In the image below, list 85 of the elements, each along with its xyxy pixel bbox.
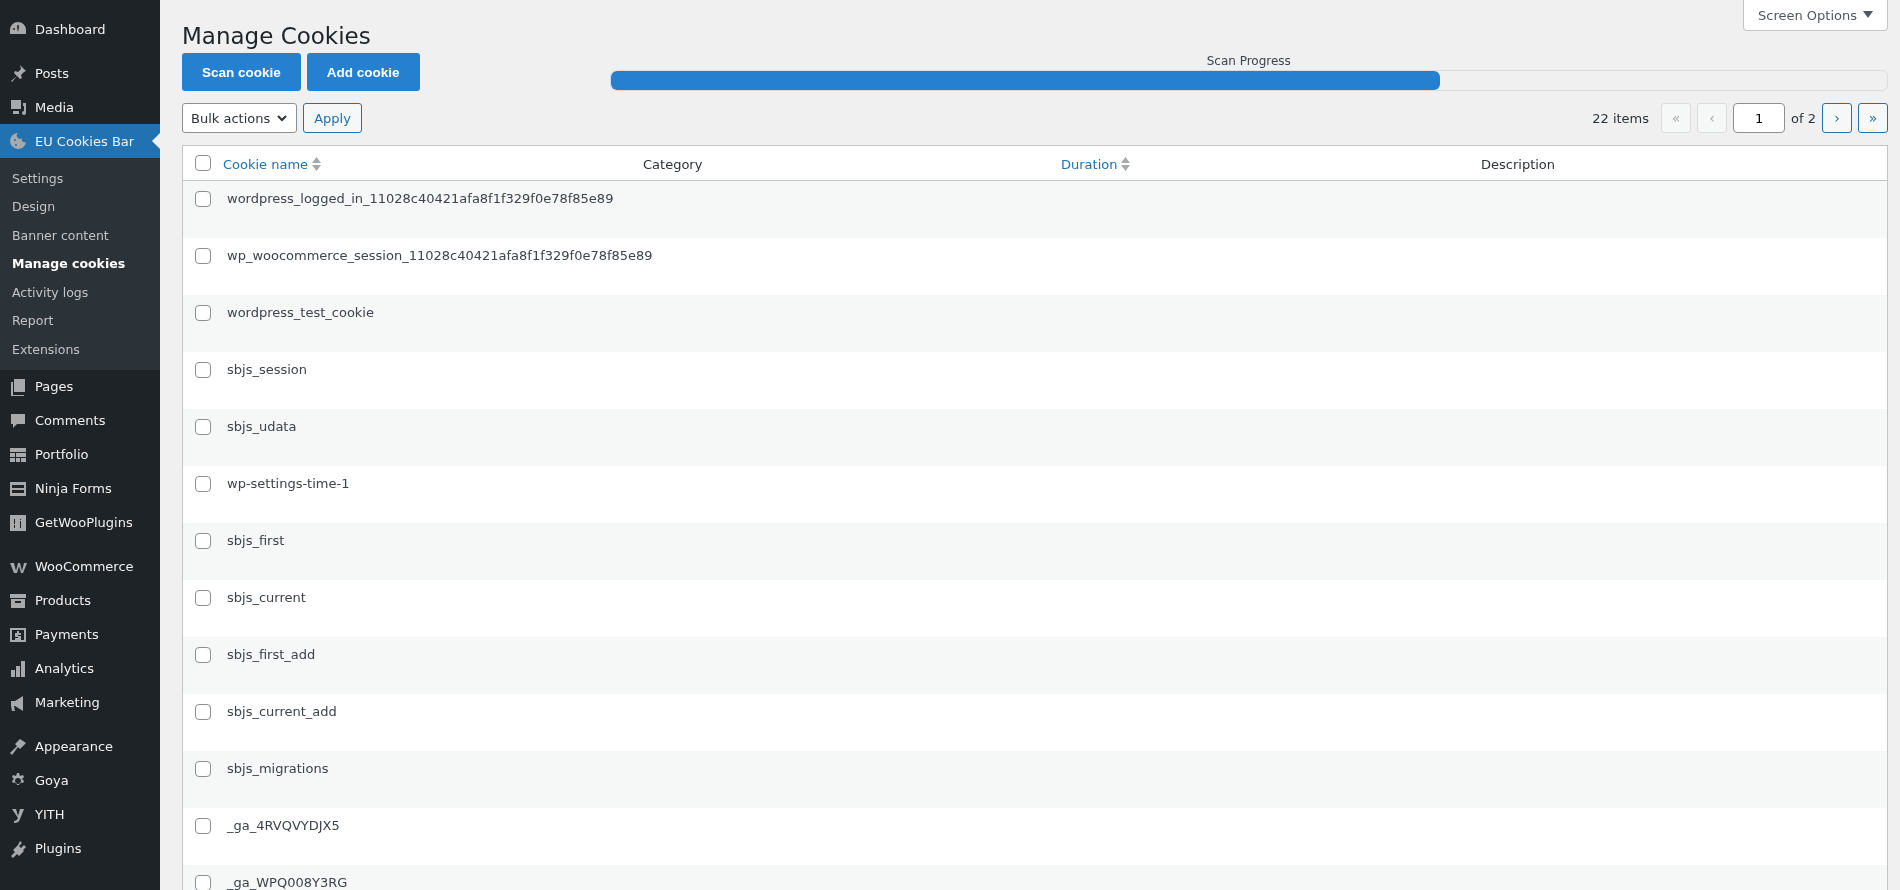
row-checkbox[interactable] (195, 419, 211, 435)
sidebar-menu-item[interactable]: WooCommerce (0, 549, 160, 584)
menu-item-icon (9, 132, 27, 150)
sidebar-menu-item[interactable]: Comments (0, 403, 160, 438)
column-header: Category (643, 156, 703, 172)
sidebar-menu-item[interactable]: Marketing (0, 685, 160, 720)
sidebar-menu-item[interactable]: YITH (0, 797, 160, 832)
menu-item-icon (9, 479, 27, 498)
cookie-name-cell-text: sbjs_first_add (226, 647, 317, 663)
menu-item-icon (9, 659, 27, 678)
menu-item-icon (9, 591, 27, 610)
submenu-item[interactable]: Design (0, 192, 160, 221)
row-checkbox[interactable] (195, 476, 211, 492)
menu-item-icon (9, 513, 27, 532)
row-checkbox[interactable] (195, 590, 211, 606)
menu-item-icon (9, 98, 27, 116)
screen-options-button[interactable]: Screen Options (1743, 0, 1888, 31)
cookie-name-cell-text: wp_woocommerce_session_11028c40421afa8f1f329f0e78f85e89 (226, 248, 654, 264)
row-checkbox[interactable] (195, 248, 211, 264)
sidebar-menu-item[interactable]: Portfolio (0, 437, 160, 472)
menu-item-icon (9, 411, 27, 430)
cookie-name-cell-text: _ga_4RVQVYDJX5 (226, 818, 341, 834)
sidebar-menu-item[interactable]: Media (0, 90, 160, 124)
column-header: Description (1481, 156, 1556, 172)
column-header-link[interactable]: Cookie name (223, 156, 322, 172)
menu-item-icon (9, 839, 27, 858)
cookie-name-cell-text: sbjs_current (226, 590, 307, 606)
submenu-item[interactable]: Settings (0, 164, 160, 193)
sidebar-menu-item[interactable]: Products (0, 583, 160, 618)
page-total: of 2 (1791, 110, 1816, 126)
row-checkbox[interactable] (195, 818, 211, 834)
page-number-field[interactable]: 1 (1733, 103, 1786, 133)
cookie-name-cell-text: sbjs_udata (226, 419, 298, 435)
sidebar-menu-item[interactable]: Plugins (0, 831, 160, 866)
submenu-item[interactable]: Report (0, 306, 160, 335)
menu-item-icon (9, 445, 27, 464)
menu-item-icon (9, 377, 27, 396)
action-button[interactable]: Scan cookie (182, 53, 301, 91)
chevron-icon (276, 112, 289, 124)
sidebar-menu-item[interactable]: Goya (0, 763, 160, 798)
cookie-name-cell-text: wordpress_logged_in_11028c40421afa8f1f329f0e78f85e89 (226, 191, 615, 207)
row-checkbox[interactable] (195, 305, 211, 321)
item-count: 22 items (1592, 110, 1650, 126)
cookie-name-cell-text: sbjs_current_add (226, 704, 338, 720)
next-page-button[interactable]: › (1822, 103, 1852, 133)
bulk-actions-select[interactable]: Bulk actions (182, 103, 298, 133)
action-button[interactable]: Add cookie (306, 53, 420, 91)
cookie-name-cell-text: _ga_WPQ008Y3RG (226, 875, 349, 890)
cookie-name-cell-text: sbjs_first (226, 533, 286, 549)
last-page-button[interactable]: » (1858, 103, 1888, 133)
sort-icon (312, 157, 322, 171)
cookie-name-cell-text: wp-settings-time-1 (226, 476, 351, 492)
cookie-name-cell-text: wordpress_test_cookie (226, 305, 375, 321)
sidebar-menu-item[interactable]: Pages (0, 369, 160, 404)
cookie-name-cell-text: sbjs_session (226, 362, 309, 378)
menu-item-icon (9, 64, 27, 82)
menu-item-icon (9, 737, 27, 756)
column-header-link[interactable]: Duration (1061, 156, 1131, 172)
sidebar-menu-item[interactable]: GetWooPlugins (0, 505, 160, 540)
apply-button[interactable]: Apply (303, 103, 362, 133)
sidebar-menu-item[interactable]: EU Cookies Bar (0, 124, 160, 158)
sidebar-menu-item[interactable]: Appearance (0, 729, 160, 764)
submenu-item[interactable]: Manage cookies (0, 249, 160, 278)
row-checkbox[interactable] (195, 191, 211, 207)
sidebar-menu-item[interactable]: Posts (0, 56, 160, 90)
select-all-checkbox[interactable] (195, 155, 211, 171)
sidebar-menu-item[interactable]: Payments (0, 617, 160, 652)
row-checkbox[interactable] (195, 362, 211, 378)
row-checkbox[interactable] (195, 761, 211, 777)
sort-icon (1121, 157, 1131, 171)
sidebar-menu-item[interactable]: Analytics (0, 651, 160, 686)
submenu-item[interactable]: Banner content (0, 221, 160, 250)
page-title: Manage Cookies (182, 22, 371, 51)
sidebar-menu-item[interactable]: Ninja Forms (0, 471, 160, 506)
row-checkbox[interactable] (195, 647, 211, 663)
caret-icon (1863, 11, 1873, 19)
row-checkbox[interactable] (195, 533, 211, 549)
progress-label: Scan Progress (1206, 54, 1291, 68)
submenu-item[interactable]: Activity logs (0, 278, 160, 307)
cookie-name-cell-text: sbjs_migrations (226, 761, 330, 777)
row-checkbox[interactable] (195, 875, 211, 890)
submenu-item[interactable]: Extensions (0, 335, 160, 364)
row-checkbox[interactable] (195, 704, 211, 720)
menu-item-icon (9, 625, 27, 644)
sidebar-menu-item[interactable]: Dashboard (0, 12, 160, 46)
